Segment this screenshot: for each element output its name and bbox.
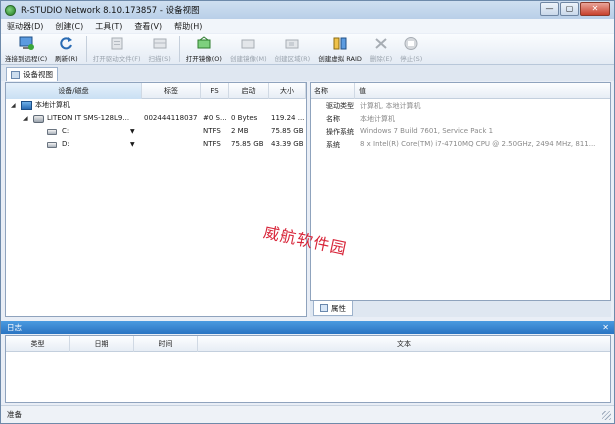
- log-title-bar: 日志 ✕: [1, 321, 614, 334]
- scan-icon: [152, 36, 168, 51]
- column-header-size[interactable]: 大小: [269, 83, 306, 99]
- dropdown-arrow-icon[interactable]: ▼: [130, 125, 135, 138]
- tab-device-view[interactable]: 设备视图: [6, 67, 58, 81]
- stop-icon: [403, 36, 419, 51]
- view-tabs: 设备视图: [1, 65, 614, 81]
- log-close-icon[interactable]: ✕: [602, 321, 609, 334]
- property-row[interactable]: 驱动类型 计算机, 本地计算机: [311, 99, 610, 112]
- create-virtual-raid-button[interactable]: 创建虚拟 RAID: [318, 34, 362, 63]
- resize-grip-icon[interactable]: [602, 411, 611, 420]
- close-button[interactable]: ✕: [580, 2, 610, 16]
- property-row[interactable]: 操作系统 Windows 7 Build 7601, Service Pack …: [311, 125, 610, 138]
- column-header-time[interactable]: 时间: [134, 336, 198, 352]
- properties-icon: [320, 304, 328, 312]
- stop-button[interactable]: 停止(S): [400, 34, 422, 63]
- table-row-volume-c[interactable]: C: ▼ NTFS 2 MB 75.85 GB: [6, 125, 306, 138]
- device-view-icon: [11, 70, 20, 79]
- properties-header: 名称 值: [311, 83, 610, 99]
- properties-tabs: 属性: [310, 301, 611, 317]
- open-image-button[interactable]: 打开镜像(O): [186, 34, 222, 63]
- open-image-icon: [196, 36, 212, 51]
- toolbar-separator: [85, 36, 87, 62]
- create-region-icon: [284, 36, 300, 51]
- log-pane: 类型 日期 时间 文本: [5, 335, 611, 403]
- connect-remote-button[interactable]: 连接到远程(C): [5, 34, 47, 63]
- create-region-button[interactable]: 创建区域(R): [275, 34, 310, 63]
- menu-drive[interactable]: 驱动器(D): [7, 21, 43, 32]
- menu-tools[interactable]: 工具(T): [95, 21, 122, 32]
- column-header-value[interactable]: 值: [355, 83, 610, 99]
- menu-view[interactable]: 查看(V): [134, 21, 162, 32]
- delete-icon: [373, 36, 389, 51]
- menu-bar: 驱动器(D) 创建(C) 工具(T) 查看(V) 帮助(H): [1, 19, 614, 33]
- property-row[interactable]: 系统 8 x Intel(R) Core(TM) i7-4710MQ CPU @…: [311, 138, 610, 151]
- volume-icon: [47, 142, 57, 148]
- table-row-volume-d[interactable]: D: ▼ NTFS 75.85 GB 43.39 GB: [6, 138, 306, 151]
- window-title: R-STUDIO Network 8.10.173857 - 设备视图: [21, 6, 200, 16]
- toolbar-separator: [178, 36, 180, 62]
- log-table-header: 类型 日期 时间 文本: [6, 336, 610, 352]
- create-image-icon: [240, 36, 256, 51]
- refresh-icon: [58, 36, 74, 51]
- app-logo-icon: [5, 4, 16, 16]
- open-drive-file-icon: [109, 36, 125, 51]
- device-list-pane: 设备/磁盘 标签 FS 启动 大小 ◢ 本地计算机 ◢ LITEON IT SM…: [5, 82, 307, 317]
- column-header-type[interactable]: 类型: [6, 336, 70, 352]
- title-bar: R-STUDIO Network 8.10.173857 - 设备视图 — ▢ …: [1, 1, 614, 19]
- column-header-date[interactable]: 日期: [70, 336, 134, 352]
- dropdown-arrow-icon[interactable]: ▼: [130, 138, 135, 151]
- column-header-device[interactable]: 设备/磁盘: [6, 83, 142, 99]
- properties-pane: 名称 值 驱动类型 计算机, 本地计算机 名称 本地计算机 操作系统 Windo…: [310, 82, 611, 301]
- toolbar: 连接到远程(C) 刷新(R) 打开驱动文件(F) 扫描(S) 打开镜像(O) 创…: [1, 34, 614, 65]
- collapse-icon[interactable]: ◢: [23, 112, 28, 125]
- open-drive-file-button[interactable]: 打开驱动文件(F): [93, 34, 141, 63]
- column-header-name[interactable]: 名称: [311, 83, 355, 99]
- column-header-start[interactable]: 启动: [229, 83, 269, 99]
- scan-button[interactable]: 扫描(S): [149, 34, 171, 63]
- computer-icon: [21, 101, 32, 110]
- log-title: 日志: [7, 323, 22, 332]
- connect-remote-icon: [18, 36, 35, 51]
- column-header-label[interactable]: 标签: [142, 83, 201, 99]
- menu-help[interactable]: 帮助(H): [174, 21, 202, 32]
- window-controls: — ▢ ✕: [539, 2, 610, 16]
- menu-create[interactable]: 创建(C): [55, 21, 83, 32]
- status-text: 准备: [7, 410, 22, 419]
- create-virtual-raid-icon: [332, 36, 348, 51]
- column-header-fs[interactable]: FS: [201, 83, 229, 99]
- disk-icon: [33, 115, 44, 123]
- maximize-button[interactable]: ▢: [560, 2, 579, 16]
- property-row[interactable]: 名称 本地计算机: [311, 112, 610, 125]
- refresh-button[interactable]: 刷新(R): [55, 34, 78, 63]
- volume-icon: [47, 129, 57, 135]
- status-bar: 准备: [1, 405, 614, 423]
- delete-button[interactable]: 删除(E): [370, 34, 392, 63]
- minimize-button[interactable]: —: [540, 2, 559, 16]
- collapse-icon[interactable]: ◢: [11, 99, 16, 112]
- app-window: R-STUDIO Network 8.10.173857 - 设备视图 — ▢ …: [0, 0, 615, 424]
- table-row-disk[interactable]: ◢ LITEON IT SMS-128L9... 002444118037 #0…: [6, 112, 306, 125]
- tab-properties[interactable]: 属性: [313, 301, 353, 316]
- table-row-computer[interactable]: ◢ 本地计算机: [6, 99, 306, 112]
- device-table-header: 设备/磁盘 标签 FS 启动 大小: [6, 83, 306, 99]
- column-header-text[interactable]: 文本: [198, 336, 610, 352]
- create-image-button[interactable]: 创建镜像(M): [230, 34, 267, 63]
